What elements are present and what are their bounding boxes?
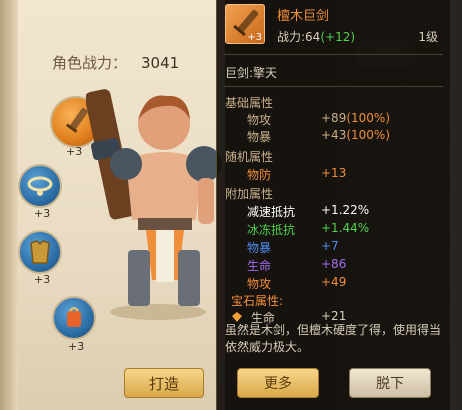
base-stat-row: 物攻	[247, 113, 272, 127]
item-detail-panel: +3 檀木巨剑 战力:64(+12) 1级 巨剑:擎天 基础属性 物攻 +89(…	[216, 0, 450, 410]
base-attr-header: 基础属性	[225, 96, 274, 110]
extra-stat-label: 减速抵抗	[247, 205, 296, 219]
extra-stat-label: 冰冻抵抗	[247, 223, 296, 237]
extra-stat-value: +49	[321, 275, 347, 289]
item-level: 1级	[418, 30, 438, 44]
extra-stat-value: +1.44%	[321, 221, 370, 235]
random-stat-value: +13	[321, 166, 347, 180]
item-power: 战力:64(+12)	[277, 28, 355, 45]
extra-stat-label: 物攻	[247, 277, 272, 291]
necklace-icon	[27, 176, 53, 196]
random-stat-label: 物防	[247, 168, 272, 182]
necklace-level: +3	[34, 207, 51, 220]
character-power: 角色战力： 3041	[52, 52, 179, 73]
more-button[interactable]: 更多	[237, 368, 319, 398]
extra-stat-label: 物暴	[247, 241, 272, 255]
item-name: 檀木巨剑	[277, 9, 330, 24]
divider	[223, 86, 443, 87]
extra-stat-value: +7	[321, 239, 339, 253]
base-stat-value: +43(100%)	[321, 128, 390, 142]
necklace-slot[interactable]	[18, 164, 62, 208]
extra-stat-value: +86	[321, 257, 347, 271]
base-stat-row: 物暴	[247, 130, 272, 144]
item-power-delta: (+12)	[320, 30, 356, 44]
power-value: 3041	[141, 54, 180, 72]
gem-stat-value: +21	[321, 309, 347, 323]
extra-stat-label: 生命	[247, 259, 272, 273]
gem-attr-header: 宝石属性:	[231, 294, 284, 308]
character-panel: 角色战力： 3041 +3 +3 +3 +3 打造	[0, 0, 225, 410]
unequip-button[interactable]: 脱下	[349, 368, 431, 398]
divider	[223, 54, 443, 55]
power-label: 角色战力：	[52, 54, 128, 72]
base-stat-value: +89(100%)	[321, 111, 390, 125]
forge-button[interactable]: 打造	[124, 368, 204, 398]
armor-icon	[30, 240, 50, 264]
extra-attr-header: 附加属性	[225, 187, 274, 201]
item-description: 虽然是木剑，但檀木硬度了得，使用得当依然威力极大。	[225, 323, 442, 354]
random-attr-header: 随机属性	[225, 150, 274, 164]
extra-stat-value: +1.22%	[321, 203, 370, 217]
item-count: +3	[247, 32, 262, 43]
item-power-label: 战力:64	[277, 30, 321, 44]
armor-level: +3	[34, 273, 51, 286]
talisman-icon	[67, 307, 81, 327]
armor-slot[interactable]	[18, 230, 62, 274]
hero-character	[86, 89, 222, 320]
item-type: 巨剑:擎天	[225, 66, 278, 80]
talisman-level: +3	[68, 340, 85, 353]
weapon-level: +3	[66, 145, 83, 158]
item-icon: +3	[225, 4, 265, 44]
